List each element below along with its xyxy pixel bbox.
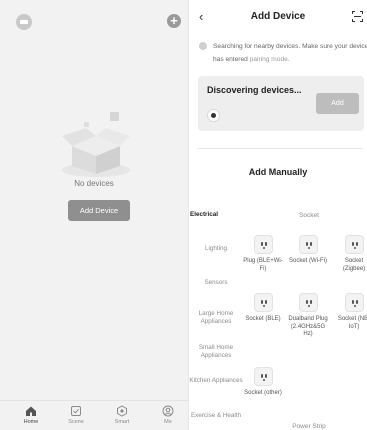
category-sensors[interactable]: Sensors — [189, 279, 243, 287]
category-kitchen-appliances[interactable]: Kitchen Appliances — [189, 377, 243, 385]
device-label: Plug (BLE+Wi-Fi) — [243, 258, 283, 272]
tab-smart[interactable]: Smart — [104, 405, 140, 425]
home-icon — [26, 406, 36, 416]
searching-spinner-icon — [199, 42, 207, 50]
home-avatar-icon[interactable] — [16, 14, 32, 30]
tab-home-label: Home — [23, 419, 39, 425]
empty-state-text: No devices — [74, 179, 114, 188]
discovering-title: Discovering devices... — [207, 85, 302, 95]
socket-section-title: Socket — [299, 212, 319, 219]
tab-scene-label: Scene — [68, 419, 84, 425]
plug-icon — [344, 293, 364, 312]
power-strip-section-title: Power Strip — [292, 423, 326, 430]
device-item[interactable]: Socket (Zigbee) — [334, 235, 367, 273]
section-divider — [198, 148, 363, 149]
plug-icon — [298, 293, 318, 312]
device-item[interactable]: Socket (BLE) — [243, 293, 283, 324]
empty-box-illustration — [62, 112, 130, 177]
plug-icon — [253, 367, 273, 386]
pairing-mode-link[interactable]: pairing mode. — [250, 56, 290, 63]
device-label: Socket (NB-IoT) — [337, 316, 367, 330]
discovering-card: Discovering devices... Add — [198, 76, 364, 131]
scene-icon — [71, 406, 81, 416]
tab-home[interactable]: Home — [13, 405, 49, 425]
discover-add-button[interactable]: Add — [316, 93, 359, 114]
plug-icon — [253, 235, 273, 254]
camera-device-icon — [207, 109, 220, 122]
device-item[interactable]: Dualband Plug (2.4GHz&5G Hz) — [288, 293, 328, 339]
plug-icon — [253, 293, 273, 312]
profile-icon — [162, 405, 174, 417]
add-device-button[interactable]: Add Device — [68, 200, 130, 221]
category-electrical[interactable]: Electrical — [189, 211, 240, 219]
tab-me[interactable]: Me — [150, 405, 186, 425]
category-small-home-appliances[interactable]: Small Home Appliances — [189, 344, 243, 360]
scan-icon[interactable] — [352, 11, 363, 22]
home-screen: + No devices Add Device Home Scene Smart… — [0, 0, 188, 430]
device-item[interactable]: Plug (BLE+Wi-Fi) — [243, 235, 283, 273]
add-device-screen: ‹ Add Device Searching for nearby device… — [189, 0, 367, 430]
tab-scene[interactable]: Scene — [58, 405, 94, 425]
add-manually-title: Add Manually — [248, 167, 308, 177]
smart-icon — [117, 405, 127, 417]
search-status-message: Searching for nearby devices. Make sure … — [213, 43, 367, 63]
bottom-tab-bar: Home Scene Smart Me — [0, 400, 188, 430]
category-sidebar: Electrical Lighting Sensors Large Home A… — [189, 200, 243, 430]
device-label: Socket (Zigbee) — [342, 258, 366, 272]
device-label: Socket (BLE) — [245, 316, 281, 322]
category-large-home-appliances[interactable]: Large Home Appliances — [189, 310, 243, 326]
device-item[interactable]: Socket (other) — [243, 367, 283, 398]
device-item[interactable]: Socket (Wi-Fi) — [288, 235, 328, 266]
page-title: Add Device — [250, 11, 306, 22]
plug-icon — [344, 235, 364, 254]
category-exercise-health[interactable]: Exercise & Health — [189, 412, 243, 420]
search-status-text: Searching for nearby devices. Make sure … — [213, 40, 367, 66]
tab-smart-label: Smart — [114, 419, 130, 425]
device-item[interactable]: Socket (NB-IoT) — [334, 293, 367, 331]
category-lighting[interactable]: Lighting — [189, 245, 243, 253]
add-plus-icon[interactable]: + — [167, 14, 181, 28]
device-label: Socket (other) — [244, 390, 282, 396]
device-label: Dualband Plug (2.4GHz&5G Hz) — [288, 316, 328, 337]
tab-me-label: Me — [164, 419, 172, 425]
device-label: Socket (Wi-Fi) — [289, 258, 327, 264]
plug-icon — [298, 235, 318, 254]
